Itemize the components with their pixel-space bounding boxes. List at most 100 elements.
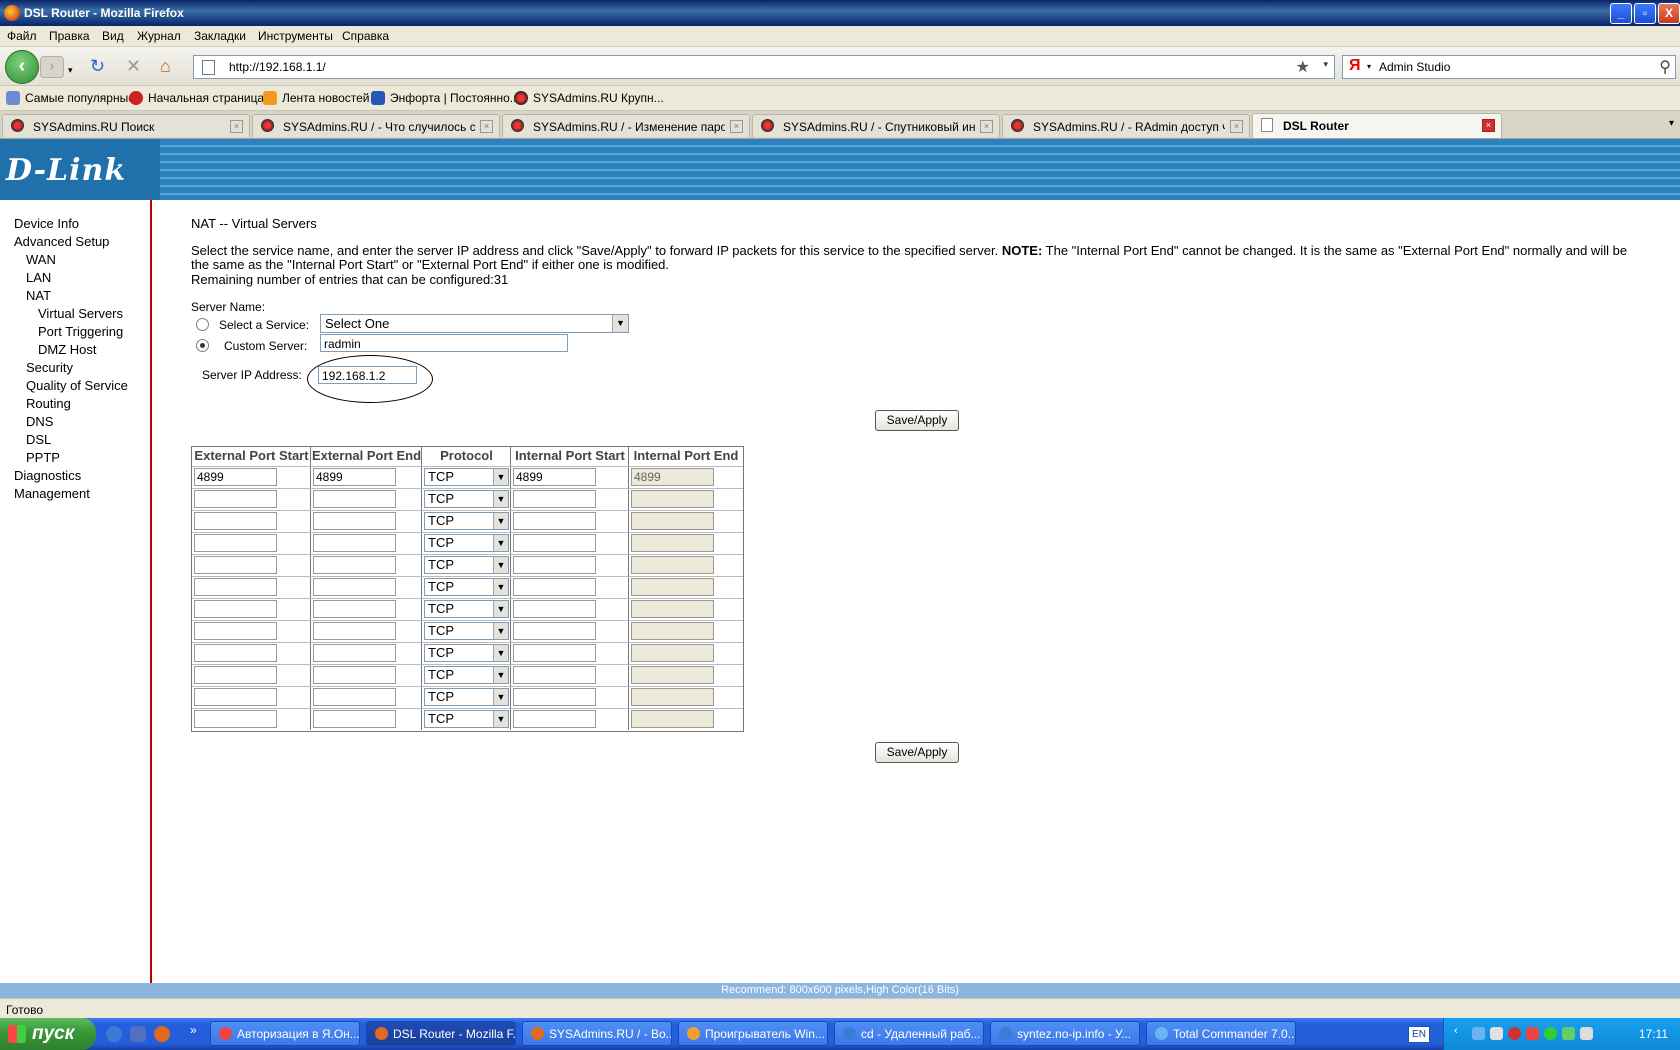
chevron-down-icon[interactable]: ▼: [493, 689, 508, 705]
int-start-input[interactable]: [513, 644, 596, 662]
ext-end-input[interactable]: [313, 556, 396, 574]
ext-end-input[interactable]: [313, 534, 396, 552]
menu-bookmarks[interactable]: Закладки: [194, 29, 246, 43]
close-window-button[interactable]: X: [1658, 3, 1680, 24]
tabs-list-icon[interactable]: ▾: [1669, 118, 1674, 129]
chevron-down-icon[interactable]: ▼: [493, 645, 508, 661]
ext-end-input[interactable]: [313, 644, 396, 662]
int-start-input[interactable]: [513, 556, 596, 574]
protocol-select[interactable]: TCP ▼: [424, 556, 509, 574]
ext-end-input[interactable]: [313, 512, 396, 530]
int-start-input[interactable]: [513, 534, 596, 552]
home-icon[interactable]: ⌂: [160, 56, 171, 76]
sidebar-item-port-triggering[interactable]: Port Triggering: [38, 324, 123, 339]
ext-end-input[interactable]: 4899: [313, 468, 396, 486]
protocol-select[interactable]: TCP ▼: [424, 622, 509, 640]
tab-dsl-router[interactable]: DSL Router ×: [1252, 113, 1502, 138]
int-start-input[interactable]: [513, 688, 596, 706]
sidebar-item-advanced-setup[interactable]: Advanced Setup: [14, 234, 109, 249]
forward-icon[interactable]: ›: [40, 56, 64, 78]
ext-start-input[interactable]: [194, 600, 277, 618]
quicklaunch-more-icon[interactable]: »: [190, 1023, 200, 1039]
menu-history[interactable]: Журнал: [137, 29, 181, 43]
protocol-select[interactable]: TCP ▼: [424, 666, 509, 684]
menu-file[interactable]: Файл: [7, 29, 37, 43]
int-start-input[interactable]: [513, 600, 596, 618]
select-service-radio[interactable]: [196, 318, 209, 331]
int-start-input[interactable]: [513, 578, 596, 596]
sidebar-item-wan[interactable]: WAN: [26, 252, 56, 267]
sidebar-item-nat[interactable]: NAT: [26, 288, 51, 303]
history-dropdown-icon[interactable]: ▾: [68, 60, 73, 80]
protocol-select[interactable]: TCP ▼: [424, 512, 509, 530]
save-apply-button-bottom[interactable]: Save/Apply: [875, 742, 959, 763]
ext-start-input[interactable]: 4899: [194, 468, 277, 486]
ext-start-input[interactable]: [194, 512, 277, 530]
tab-close-icon[interactable]: ×: [980, 120, 993, 133]
url-dropdown-icon[interactable]: ▾: [1323, 59, 1328, 70]
ext-start-input[interactable]: [194, 490, 277, 508]
bookmark-start-page[interactable]: Начальная страница: [129, 91, 264, 105]
ext-end-input[interactable]: [313, 578, 396, 596]
sidebar-item-quality-of-service[interactable]: Quality of Service: [26, 378, 128, 393]
chevron-down-icon[interactable]: ▼: [493, 579, 508, 595]
chevron-down-icon[interactable]: ▼: [493, 667, 508, 683]
ext-end-input[interactable]: [313, 600, 396, 618]
tab-close-icon[interactable]: ×: [1230, 120, 1243, 133]
protocol-select[interactable]: TCP ▼: [424, 600, 509, 618]
ext-start-input[interactable]: [194, 578, 277, 596]
ext-end-input[interactable]: [313, 666, 396, 684]
search-box[interactable]: Я ▾ Admin Studio ⚲: [1342, 55, 1676, 79]
chevron-down-icon[interactable]: ▼: [493, 557, 508, 573]
taskbar-task[interactable]: cd - Удаленный раб...: [834, 1021, 984, 1046]
int-start-input[interactable]: [513, 622, 596, 640]
reload-icon[interactable]: ↻: [90, 56, 105, 76]
taskbar-task[interactable]: Проигрыватель Win...: [678, 1021, 828, 1046]
firefox-quicklaunch-icon[interactable]: [154, 1026, 170, 1042]
search-icon[interactable]: ⚲: [1659, 57, 1671, 77]
chevron-down-icon[interactable]: ▼: [493, 601, 508, 617]
sidebar-item-pptp[interactable]: PPTP: [26, 450, 60, 465]
bookmark-sysadmins[interactable]: SYSAdmins.RU Крупн...: [514, 91, 664, 105]
menu-view[interactable]: Вид: [102, 29, 124, 43]
int-start-input[interactable]: [513, 710, 596, 728]
sidebar-item-dsl[interactable]: DSL: [26, 432, 51, 447]
ext-start-input[interactable]: [194, 710, 277, 728]
protocol-select[interactable]: TCP ▼: [424, 710, 509, 728]
chevron-down-icon[interactable]: ▼: [493, 711, 508, 727]
protocol-select[interactable]: TCP ▼: [424, 490, 509, 508]
int-start-input[interactable]: [513, 666, 596, 684]
floppy-quicklaunch-icon[interactable]: [130, 1026, 146, 1042]
protocol-select[interactable]: TCP ▼: [424, 468, 509, 486]
ext-start-input[interactable]: [194, 556, 277, 574]
protocol-select[interactable]: TCP ▼: [424, 688, 509, 706]
int-start-input[interactable]: [513, 512, 596, 530]
ext-end-input[interactable]: [313, 622, 396, 640]
yandex-engine-icon[interactable]: Я: [1349, 57, 1361, 75]
sidebar-item-diagnostics[interactable]: Diagnostics: [14, 468, 81, 483]
sidebar-item-dns[interactable]: DNS: [26, 414, 53, 429]
save-apply-button-top[interactable]: Save/Apply: [875, 410, 959, 431]
bookmark-news-feed[interactable]: Лента новостей: [263, 91, 370, 105]
sidebar-item-routing[interactable]: Routing: [26, 396, 71, 411]
taskbar-task[interactable]: syntez.no-ip.info - У...: [990, 1021, 1140, 1046]
tab-close-icon[interactable]: ×: [1482, 119, 1495, 132]
protocol-select[interactable]: TCP ▼: [424, 644, 509, 662]
int-start-input[interactable]: 4899: [513, 468, 596, 486]
bookmark-most-visited[interactable]: Самые популярные: [6, 91, 135, 105]
ext-start-input[interactable]: [194, 688, 277, 706]
ext-start-input[interactable]: [194, 534, 277, 552]
sidebar-item-virtual-servers[interactable]: Virtual Servers: [38, 306, 123, 321]
sidebar-item-lan[interactable]: LAN: [26, 270, 51, 285]
language-indicator[interactable]: EN: [1408, 1026, 1430, 1043]
ext-end-input[interactable]: [313, 490, 396, 508]
tray-arrow-icon[interactable]: ‹: [1454, 1025, 1467, 1038]
tab-close-icon[interactable]: ×: [730, 120, 743, 133]
tab-5[interactable]: SYSAdmins.RU / - RAdmin доступ чере...×: [1002, 114, 1250, 137]
tab-close-icon[interactable]: ×: [230, 120, 243, 133]
protocol-select[interactable]: TCP ▼: [424, 534, 509, 552]
taskbar-task[interactable]: DSL Router - Mozilla F...: [366, 1021, 516, 1046]
menu-edit[interactable]: Правка: [49, 29, 90, 43]
menu-help[interactable]: Справка: [342, 29, 389, 43]
sidebar-item-security[interactable]: Security: [26, 360, 73, 375]
